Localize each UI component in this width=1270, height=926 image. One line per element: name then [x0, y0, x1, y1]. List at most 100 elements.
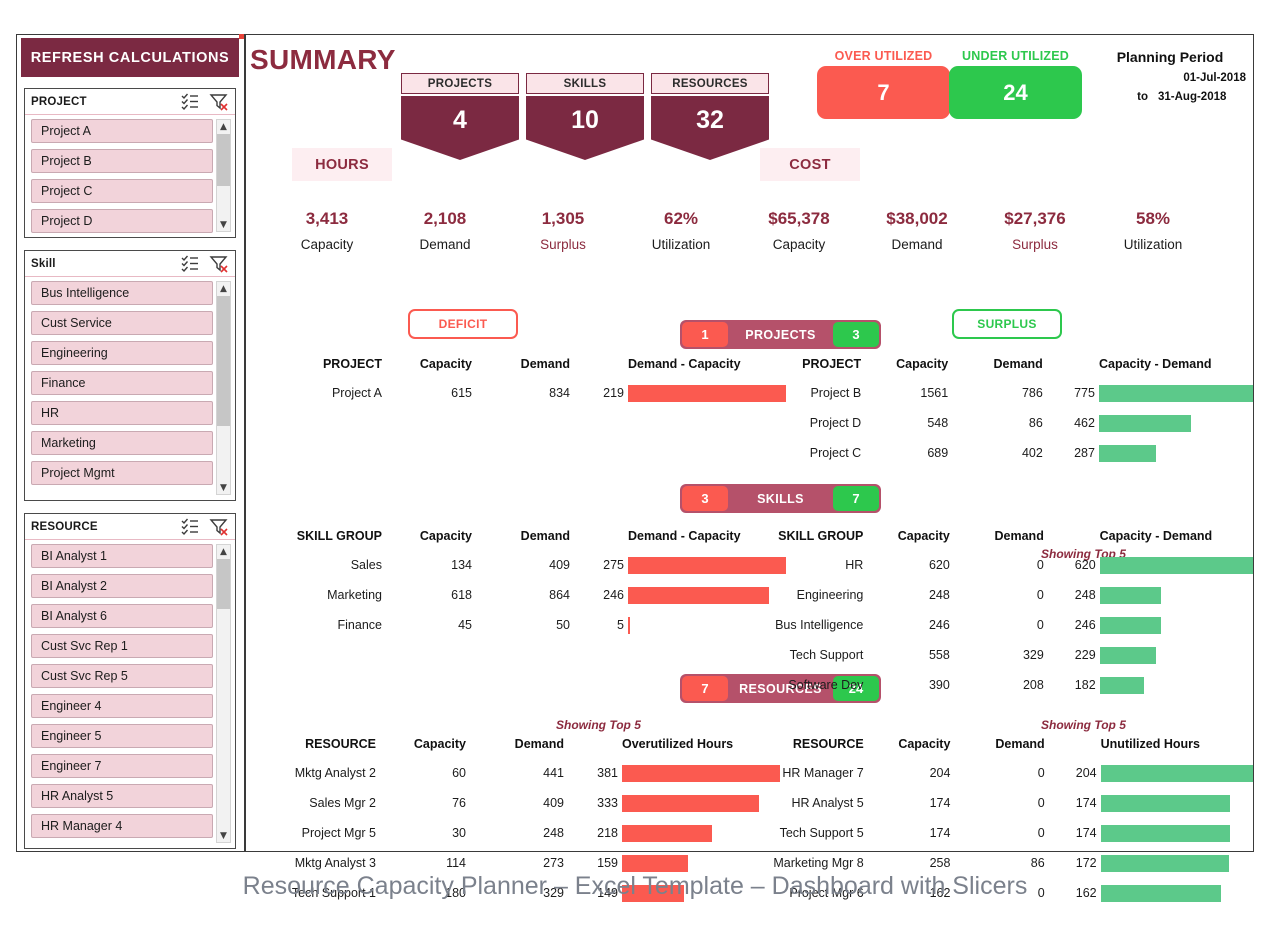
row-bar-cell — [1099, 580, 1253, 610]
metric-value: 58% — [1135, 209, 1171, 228]
multi-select-icon[interactable] — [180, 517, 200, 536]
bar-fill — [628, 616, 630, 634]
slicer-project[interactable]: PROJECT Project A Project B Project C Pr… — [24, 88, 236, 238]
section-badge-skills: 3 SKILLS 7 — [680, 484, 881, 513]
slicer-item[interactable]: Project Mgmt — [31, 461, 213, 485]
row-diff: 246 — [603, 588, 624, 602]
kpi-ribbon-projects: PROJECTS 4 — [401, 73, 519, 160]
clear-filter-icon[interactable] — [209, 517, 229, 536]
column-header: Demand — [995, 737, 1045, 751]
row-capacity: 248 — [928, 588, 950, 602]
row-demand: 0 — [1037, 826, 1045, 840]
slicer-item[interactable]: Cust Svc Rep 1 — [31, 634, 213, 658]
scrollbar-thumb[interactable] — [217, 134, 230, 186]
row-name: Project B — [810, 386, 862, 400]
row-diff: 287 — [1074, 446, 1095, 460]
column-header: Capacity — [413, 737, 466, 751]
slicer-item[interactable]: Project D — [31, 209, 213, 233]
bar-fill — [1098, 444, 1156, 462]
table-row: Project Mgr 5 30 248 218 — [262, 818, 780, 848]
scroll-up-icon[interactable]: ▲ — [217, 545, 230, 558]
slicer-item[interactable]: BI Analyst 1 — [31, 544, 213, 568]
kpi-label: RESOURCES — [651, 73, 769, 94]
row-capacity: 45 — [458, 618, 472, 632]
planning-period-to-label: to — [1137, 91, 1148, 103]
row-diff: 333 — [597, 796, 618, 810]
row-demand: 409 — [543, 796, 564, 810]
row-demand: 0 — [1037, 796, 1045, 810]
group-tag-cost: COST — [760, 148, 860, 181]
kpi-value: 7 — [817, 66, 950, 119]
bar-fill — [628, 586, 769, 604]
slicer-scrollbar[interactable]: ▲ ▼ — [216, 119, 231, 232]
clear-filter-icon[interactable] — [209, 92, 229, 111]
scroll-up-icon[interactable]: ▲ — [217, 282, 230, 295]
slicer-item[interactable]: Engineering — [31, 341, 213, 365]
table-projects-surplus: PROJECT Capacity Demand Capacity - Demand Pr… — [752, 357, 1253, 468]
metric-hours-utilization: 62% Utilization — [622, 209, 740, 252]
scrollbar-thumb[interactable] — [217, 559, 230, 609]
column-header: Demand — [993, 357, 1043, 371]
multi-select-icon[interactable] — [180, 92, 200, 111]
table-skills-deficit: SKILL GROUP Capacity Demand Demand - Capaci… — [268, 529, 786, 640]
slicer-item[interactable]: Marketing — [31, 431, 213, 455]
column-header: Capacity - Demand — [1098, 357, 1212, 371]
slicer-item[interactable]: HR Analyst 5 — [31, 784, 213, 808]
slicer-item[interactable]: Project C — [31, 179, 213, 203]
slicer-item[interactable]: HR Manager 4 — [31, 814, 213, 838]
bar-fill — [1100, 824, 1231, 842]
slicer-item[interactable]: Project B — [31, 149, 213, 173]
planning-period-from: 01-Jul-2018 — [1183, 72, 1246, 84]
column-header: Demand — [520, 529, 570, 543]
slicer-scrollbar[interactable]: ▲ ▼ — [216, 544, 231, 843]
slicer-body: Project A Project B Project C Project D … — [25, 115, 235, 236]
row-capacity: 618 — [451, 588, 472, 602]
column-header: Capacity — [896, 357, 949, 371]
column-header: Capacity - Demand — [1099, 529, 1213, 543]
slicer-item[interactable]: Bus Intelligence — [31, 281, 213, 305]
row-bar-cell — [1100, 758, 1253, 788]
slicer-item[interactable]: BI Analyst 2 — [31, 574, 213, 598]
clear-filter-icon[interactable] — [209, 254, 229, 273]
metric-label: Utilization — [651, 237, 711, 252]
row-capacity: 390 — [928, 678, 950, 692]
scroll-up-icon[interactable]: ▲ — [217, 120, 230, 133]
metric-value: 62% — [663, 209, 699, 228]
scroll-down-icon[interactable]: ▼ — [217, 218, 230, 231]
row-capacity: 30 — [452, 826, 466, 840]
column-header — [576, 737, 622, 758]
row-capacity: 204 — [929, 766, 951, 780]
slicer-skill[interactable]: Skill Bus Intelligence Cust Service Engi… — [24, 250, 236, 501]
row-name: Project A — [331, 386, 382, 400]
scroll-down-icon[interactable]: ▼ — [217, 481, 230, 494]
row-demand: 208 — [1022, 678, 1044, 692]
scrollbar-thumb[interactable] — [217, 296, 230, 426]
metric-cost-demand: $38,002 Demand — [858, 209, 976, 252]
slicer-scrollbar[interactable]: ▲ ▼ — [216, 281, 231, 495]
multi-select-icon[interactable] — [180, 254, 200, 273]
slicer-item[interactable]: Cust Svc Rep 5 — [31, 664, 213, 688]
table-skills-surplus: SKILL GROUP Capacity Demand Capacity - Dema… — [752, 529, 1253, 700]
column-header — [1057, 737, 1101, 758]
refresh-calculations-button[interactable]: REFRESH CALCULATIONS — [21, 38, 239, 77]
slicer-item[interactable]: Project A — [31, 119, 213, 143]
slicer-item[interactable]: BI Analyst 6 — [31, 604, 213, 628]
row-capacity: 620 — [928, 558, 950, 572]
slicer-resource[interactable]: RESOURCE BI Analyst 1 BI Analyst 2 BI An… — [24, 513, 236, 849]
slicer-item[interactable]: Finance — [31, 371, 213, 395]
slicer-item[interactable]: Engineer 7 — [31, 754, 213, 778]
slicer-item[interactable]: HR — [31, 401, 213, 425]
column-header: Demand — [994, 529, 1044, 543]
table-row: Finance 45 50 5 — [268, 610, 786, 640]
scroll-down-icon[interactable]: ▼ — [217, 829, 230, 842]
row-diff: 381 — [597, 766, 618, 780]
slicer-item[interactable]: Engineer 5 — [31, 724, 213, 748]
row-bar-cell — [1098, 438, 1253, 468]
column-header — [582, 357, 628, 378]
row-bar-cell — [1099, 640, 1253, 670]
row-capacity: 558 — [928, 648, 950, 662]
dashboard-root: REFRESH CALCULATIONS PROJECT Project A P… — [0, 0, 1270, 926]
slicer-item[interactable]: Cust Service — [31, 311, 213, 335]
column-header — [1055, 357, 1099, 378]
slicer-item[interactable]: Engineer 4 — [31, 694, 213, 718]
